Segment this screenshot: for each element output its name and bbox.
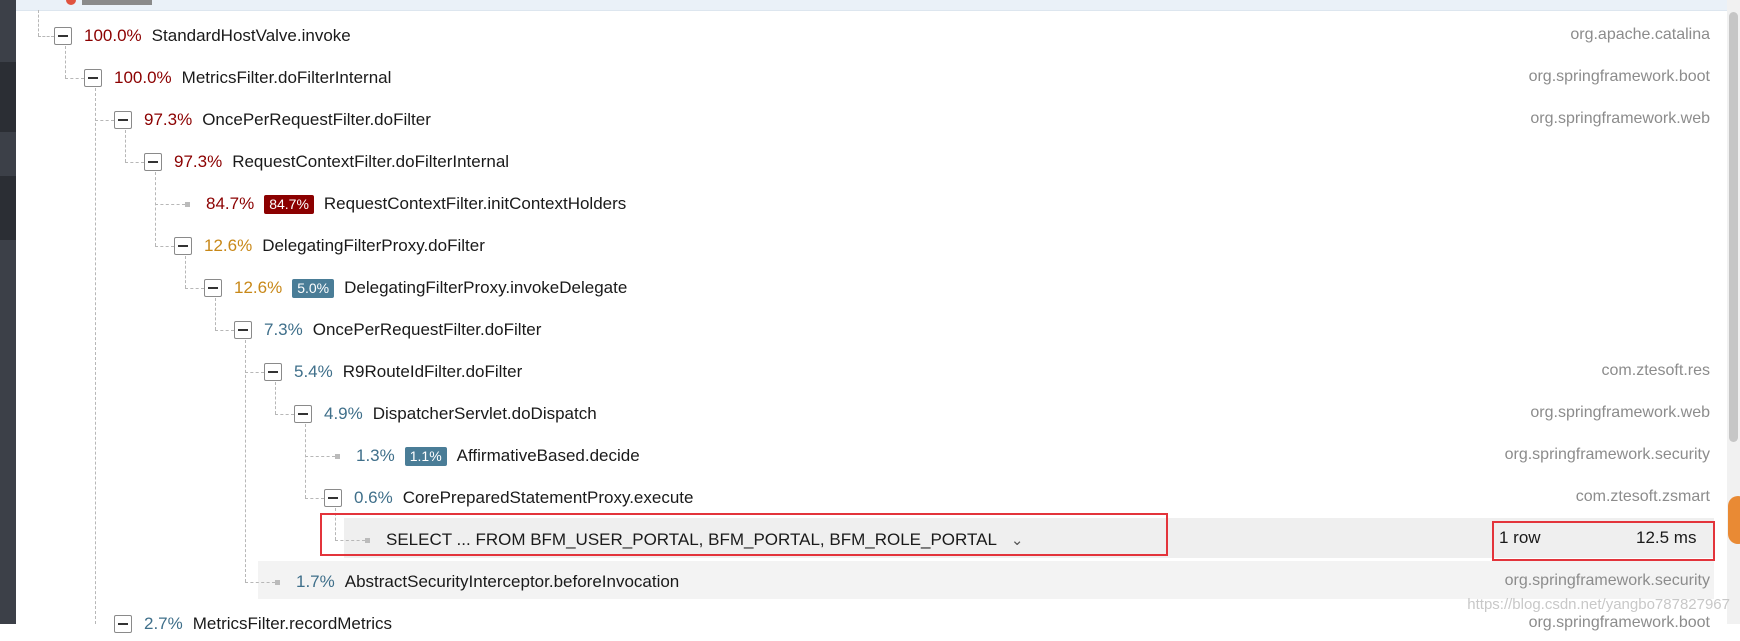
- percentage: 7.3%: [264, 320, 303, 339]
- collapse-toggle-icon[interactable]: [54, 27, 72, 45]
- tree-row[interactable]: 1.3% 1.1% AffirmativeBased.decide: [328, 439, 640, 473]
- collapse-toggle-icon[interactable]: [264, 363, 282, 381]
- left-panel-block: [0, 176, 16, 240]
- tree-connector: [95, 88, 96, 624]
- percentage: 12.6%: [234, 278, 283, 297]
- collapse-toggle-icon[interactable]: [174, 237, 192, 255]
- collapse-toggle-icon[interactable]: [324, 489, 342, 507]
- tree-row[interactable]: 100.0% MetricsFilter.doFilterInternal: [84, 61, 391, 95]
- collapse-toggle-icon[interactable]: [114, 111, 132, 129]
- percentage: 0.6%: [354, 488, 393, 507]
- method-name: R9RouteIdFilter.doFilter: [342, 362, 523, 381]
- percentage: 84.7%: [206, 194, 255, 213]
- tree-row[interactable]: 1.7% AbstractSecurityInterceptor.beforeI…: [268, 565, 679, 599]
- percentage: 2.7%: [144, 614, 183, 633]
- method-name: AbstractSecurityInterceptor.beforeInvoca…: [344, 572, 680, 591]
- tree-row[interactable]: 97.3% OncePerRequestFilter.doFilter: [114, 103, 431, 137]
- method-name: DelegatingFilterProxy.doFilter: [262, 236, 485, 255]
- collapse-toggle-icon[interactable]: [204, 279, 222, 297]
- package-name: org.apache.catalina: [1570, 26, 1710, 43]
- percentage: 1.3%: [356, 446, 395, 465]
- tree-row[interactable]: 4.9% DispatcherServlet.doDispatch: [294, 397, 597, 431]
- tree-connector: [215, 330, 234, 331]
- method-name: CorePreparedStatementProxy.execute: [402, 488, 694, 507]
- tree-connector: [275, 414, 294, 415]
- highlight-box: [1492, 521, 1715, 561]
- tree-connector: [155, 246, 174, 247]
- percentage: 4.9%: [324, 404, 363, 423]
- parent-badge: [82, 0, 152, 5]
- percentage: 100.0%: [114, 68, 172, 87]
- tree-row[interactable]: 2.7% MetricsFilter.recordMetrics: [114, 607, 392, 641]
- percentage: 97.3%: [174, 152, 223, 171]
- tree-row[interactable]: 12.6% 5.0% DelegatingFilterProxy.invokeD…: [204, 271, 627, 305]
- method-name: MetricsFilter.recordMetrics: [192, 614, 393, 633]
- package-name: org.springframework.boot: [1528, 614, 1710, 631]
- method-name: RequestContextFilter.initContextHolders: [323, 194, 627, 213]
- package-name: org.springframework.web: [1530, 110, 1710, 127]
- package-name: org.springframework.security: [1504, 572, 1710, 589]
- left-panel-edge: [0, 0, 16, 624]
- expand-toggle-icon[interactable]: [114, 615, 132, 633]
- tree-row[interactable]: 0.6% CorePreparedStatementProxy.execute: [324, 481, 693, 515]
- watermark: https://blog.csdn.net/yangbo787827967: [1467, 596, 1730, 613]
- leaf-node-icon: [185, 201, 190, 207]
- status-icon: [66, 0, 76, 5]
- tree-connector: [38, 36, 54, 37]
- package-name: org.springframework.web: [1530, 404, 1710, 421]
- method-name: OncePerRequestFilter.doFilter: [202, 110, 431, 129]
- tree-row[interactable]: 84.7% 84.7% RequestContextFilter.initCon…: [178, 187, 626, 221]
- percentage: 5.4%: [294, 362, 333, 381]
- tree-connector: [245, 340, 246, 582]
- percentage: 1.7%: [296, 572, 335, 591]
- scrollbar-thumb[interactable]: [1729, 12, 1738, 442]
- package-name: org.springframework.security: [1504, 446, 1710, 463]
- parent-row-partial: [16, 0, 1740, 11]
- leaf-node-icon: [275, 579, 280, 585]
- tree-connector: [305, 424, 306, 498]
- method-name: RequestContextFilter.doFilterInternal: [232, 152, 510, 171]
- method-name: DispatcherServlet.doDispatch: [372, 404, 597, 423]
- method-name: DelegatingFilterProxy.invokeDelegate: [344, 278, 628, 297]
- method-name: MetricsFilter.doFilterInternal: [181, 68, 392, 87]
- tree-row[interactable]: 5.4% R9RouteIdFilter.doFilter: [264, 355, 522, 389]
- left-panel-block: [0, 62, 16, 132]
- tree-row[interactable]: 12.6% DelegatingFilterProxy.doFilter: [174, 229, 485, 263]
- tree-connector: [65, 78, 84, 79]
- tree-row[interactable]: 97.3% RequestContextFilter.doFilterInter…: [144, 145, 509, 179]
- collapse-toggle-icon[interactable]: [294, 405, 312, 423]
- highlight-box: [320, 513, 1168, 556]
- tree-connector: [125, 162, 144, 163]
- tree-connector: [95, 120, 114, 121]
- method-name: AffirmativeBased.decide: [456, 446, 640, 465]
- package-name: org.springframework.boot: [1528, 68, 1710, 85]
- self-time-badge: 1.1%: [404, 446, 447, 466]
- floating-widget[interactable]: [1728, 496, 1740, 544]
- tree-connector: [38, 10, 39, 36]
- collapse-toggle-icon[interactable]: [144, 153, 162, 171]
- tree-connector: [185, 288, 204, 289]
- package-name: com.ztesoft.zsmart: [1575, 488, 1710, 505]
- method-name: OncePerRequestFilter.doFilter: [312, 320, 542, 339]
- tree-connector: [245, 372, 264, 373]
- leaf-node-icon: [335, 453, 340, 459]
- tree-row[interactable]: 100.0% StandardHostValve.invoke: [54, 19, 351, 53]
- self-time-badge: 5.0%: [292, 278, 335, 298]
- tree-row[interactable]: 7.3% OncePerRequestFilter.doFilter: [234, 313, 541, 347]
- self-time-badge: 84.7%: [264, 194, 314, 214]
- collapse-toggle-icon[interactable]: [234, 321, 252, 339]
- percentage: 12.6%: [204, 236, 253, 255]
- package-name: com.ztesoft.res: [1601, 362, 1710, 379]
- collapse-toggle-icon[interactable]: [84, 69, 102, 87]
- percentage: 100.0%: [84, 26, 142, 45]
- tree-connector: [155, 172, 156, 246]
- tree-connector: [305, 498, 324, 499]
- percentage: 97.3%: [144, 110, 193, 129]
- method-name: StandardHostValve.invoke: [151, 26, 351, 45]
